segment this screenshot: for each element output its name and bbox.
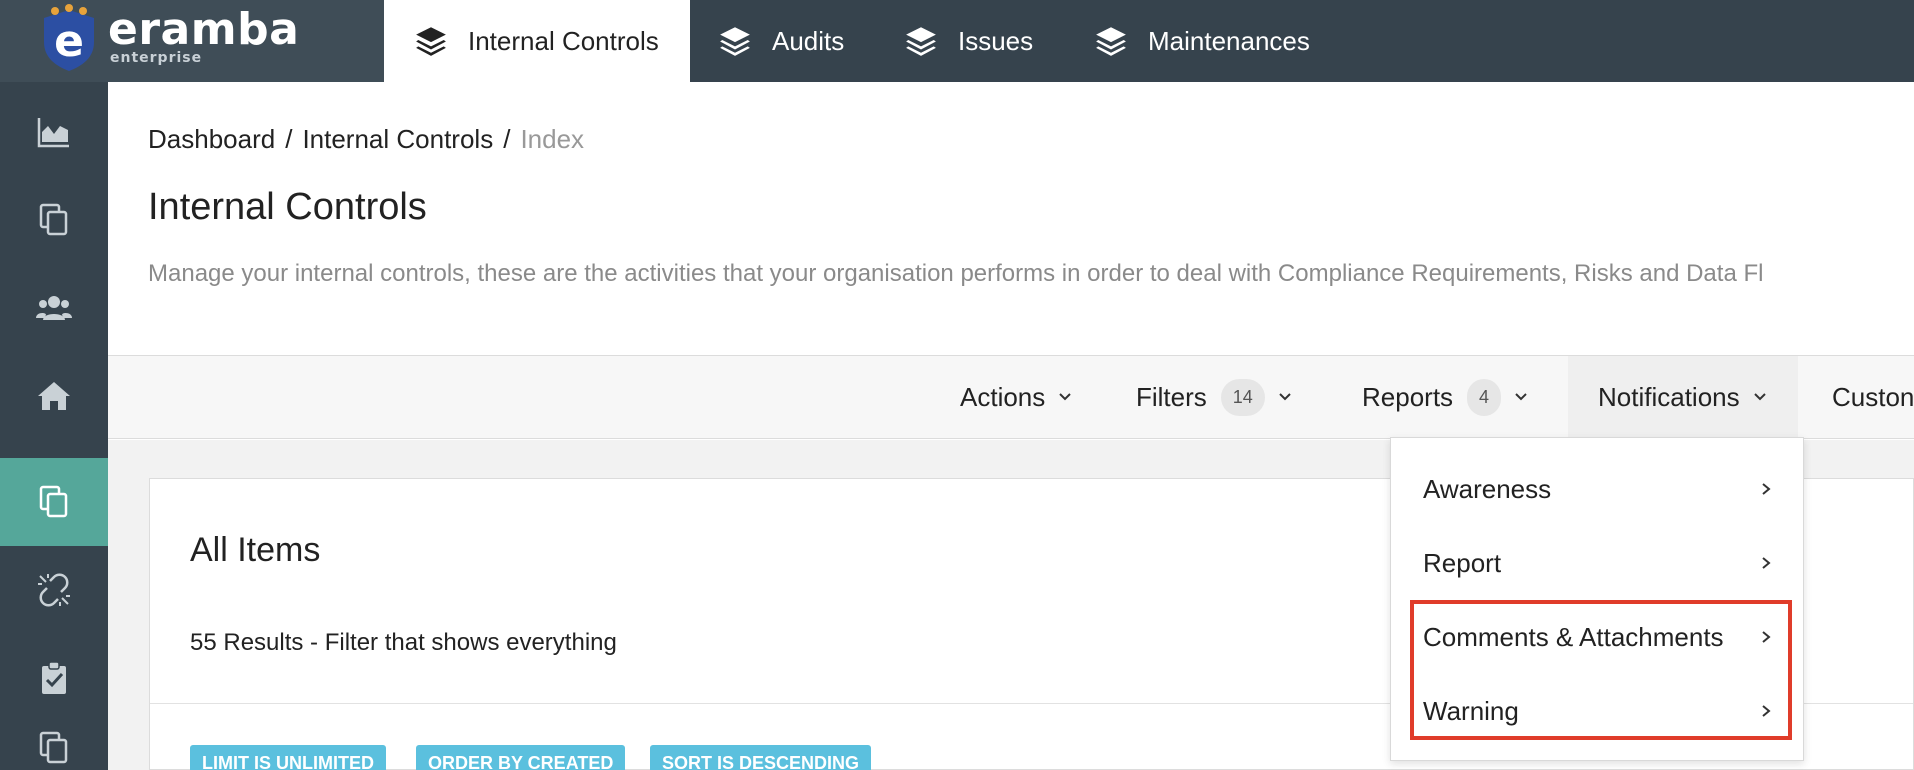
toolbar: Actions Filters 14 Reports 4 Notificatio… bbox=[108, 355, 1914, 439]
tab-label: Audits bbox=[772, 25, 845, 56]
filters-label: Filters bbox=[1136, 381, 1207, 412]
copy-icon bbox=[39, 203, 68, 236]
home-icon bbox=[38, 382, 70, 410]
sort-pill[interactable]: SORT IS DESCENDING bbox=[650, 745, 872, 770]
layers-icon bbox=[906, 27, 936, 56]
breadcrumb-separator: / bbox=[503, 124, 511, 154]
limit-pill[interactable]: LIMIT IS UNLIMITED bbox=[190, 745, 386, 770]
page-title: Internal Controls bbox=[148, 186, 427, 228]
panel-title: All Items bbox=[190, 531, 321, 569]
brand-name: eramba bbox=[108, 4, 300, 55]
copy-icon bbox=[39, 731, 68, 764]
menu-item-label: Report bbox=[1423, 547, 1502, 578]
order-pill[interactable]: ORDER BY CREATED bbox=[416, 745, 626, 770]
breadcrumb-internal-controls[interactable]: Internal Controls bbox=[302, 124, 493, 155]
sidebar-item-controls[interactable] bbox=[0, 458, 108, 546]
sidebar-item-home[interactable] bbox=[0, 352, 108, 440]
filters-dropdown[interactable]: Filters 14 bbox=[1136, 356, 1293, 438]
results-summary: 55 Results - Filter that shows everythin… bbox=[190, 629, 617, 656]
reports-count-badge: 4 bbox=[1467, 378, 1502, 416]
reports-dropdown[interactable]: Reports 4 bbox=[1362, 356, 1529, 438]
chevron-down-icon bbox=[1059, 393, 1071, 401]
menu-item-label: Awareness bbox=[1423, 473, 1552, 504]
breadcrumb: Dashboard / Internal Controls / Index bbox=[148, 124, 584, 155]
tab-issues[interactable]: Issues bbox=[904, 0, 1033, 82]
eramba-logo-icon: e bbox=[44, 4, 94, 71]
tab-internal-controls[interactable]: Internal Controls bbox=[384, 0, 690, 82]
sidebar-item-more[interactable] bbox=[0, 722, 108, 770]
logo-area[interactable]: e eramba enterprise bbox=[0, 0, 384, 82]
sidebar-item-documents[interactable] bbox=[0, 176, 108, 264]
tab-label: Maintenances bbox=[1148, 25, 1310, 56]
sidebar-item-users[interactable] bbox=[0, 264, 108, 352]
menu-item-report[interactable]: Report bbox=[1391, 526, 1805, 600]
sidebar-item-unlink[interactable] bbox=[0, 546, 108, 634]
unlink-icon bbox=[38, 573, 70, 607]
area-chart-icon bbox=[37, 118, 69, 148]
notifications-dropdown[interactable]: Notifications bbox=[1568, 356, 1798, 438]
copy-icon bbox=[39, 485, 68, 518]
highlight-box bbox=[1410, 600, 1792, 740]
breadcrumb-current: Index bbox=[520, 124, 585, 154]
chevron-right-icon bbox=[1762, 557, 1771, 569]
menu-item-awareness[interactable]: Awareness bbox=[1391, 452, 1805, 526]
sidebar-item-dashboard[interactable] bbox=[0, 88, 108, 176]
sidebar bbox=[0, 82, 108, 770]
tab-audits[interactable]: Audits bbox=[718, 0, 844, 82]
users-icon bbox=[36, 296, 72, 320]
tab-label: Issues bbox=[958, 25, 1034, 56]
svg-text:e: e bbox=[54, 16, 84, 67]
sidebar-item-tasks[interactable] bbox=[0, 634, 108, 722]
layers-icon bbox=[1096, 27, 1126, 56]
tab-maintenances[interactable]: Maintenances bbox=[1094, 0, 1310, 82]
chevron-down-icon bbox=[1279, 393, 1291, 401]
page-description: Manage your internal controls, these are… bbox=[148, 260, 1764, 287]
chevron-down-icon bbox=[1515, 393, 1527, 401]
reports-label: Reports bbox=[1362, 381, 1454, 412]
layers-icon bbox=[416, 27, 446, 56]
filters-count-badge: 14 bbox=[1220, 378, 1265, 416]
chevron-right-icon bbox=[1762, 483, 1771, 495]
tab-label: Internal Controls bbox=[468, 25, 659, 56]
breadcrumb-separator: / bbox=[285, 124, 293, 154]
clipboard-check-icon bbox=[42, 661, 66, 694]
top-navbar: e eramba enterprise Internal Controls Au… bbox=[0, 0, 1914, 82]
breadcrumb-dashboard[interactable]: Dashboard bbox=[148, 124, 275, 155]
customize-label: Custon bbox=[1832, 381, 1914, 412]
customize-dropdown[interactable]: Custon bbox=[1832, 356, 1914, 438]
actions-label: Actions bbox=[960, 381, 1046, 412]
layers-icon bbox=[720, 27, 750, 56]
chevron-down-icon bbox=[1753, 393, 1766, 401]
notifications-label: Notifications bbox=[1598, 381, 1740, 412]
brand-edition: enterprise bbox=[110, 50, 203, 66]
actions-dropdown[interactable]: Actions bbox=[960, 356, 1073, 438]
